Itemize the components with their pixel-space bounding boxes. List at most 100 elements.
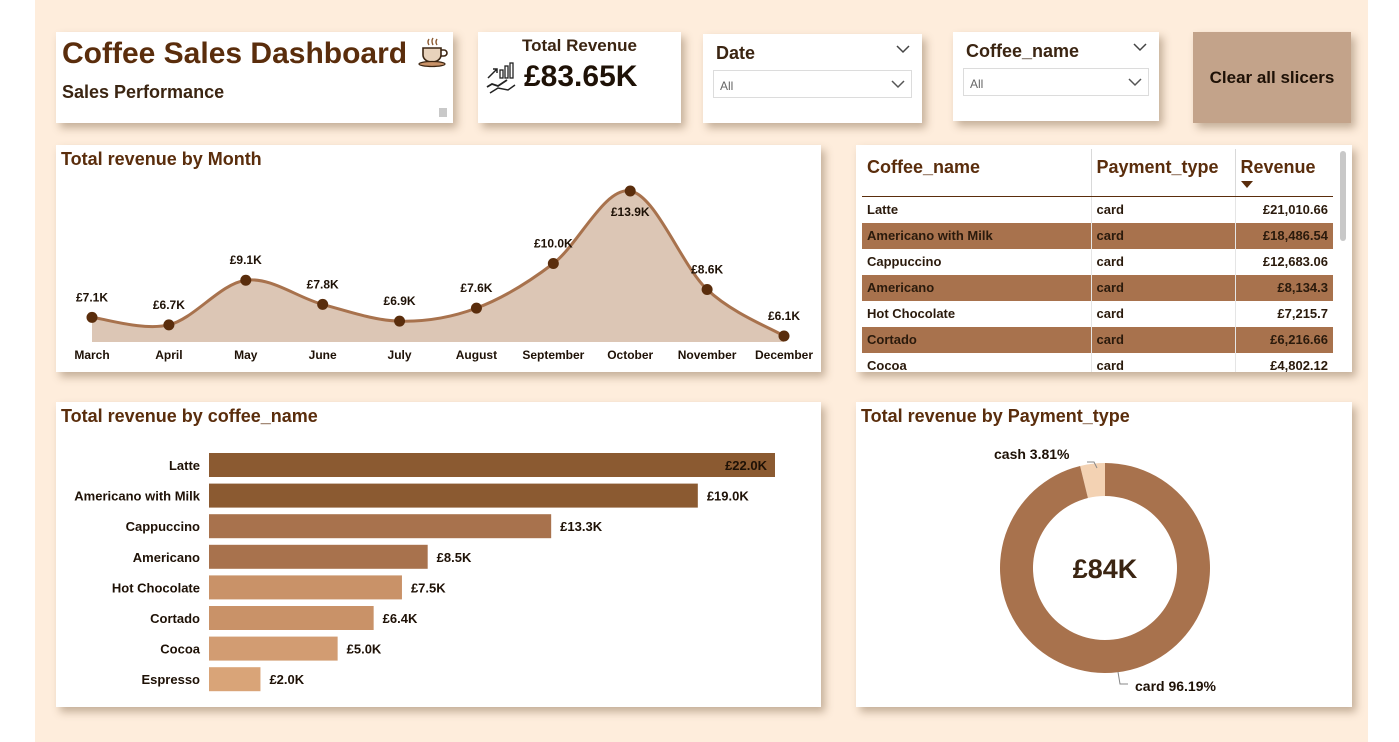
x-tick-label: September <box>522 348 584 362</box>
bar[interactable] <box>209 606 374 630</box>
data-label: £8.5K <box>437 550 472 565</box>
date-slicer-label: Date <box>716 43 756 63</box>
slice-label-cash: cash 3.81% <box>994 446 1070 462</box>
data-point[interactable] <box>624 185 636 197</box>
bar[interactable] <box>209 514 552 539</box>
x-tick-label: May <box>234 348 258 362</box>
cell-coffee-name: Cappuccino <box>867 253 942 269</box>
cell-coffee-name: Cocoa <box>867 357 907 373</box>
bar[interactable] <box>209 667 261 692</box>
data-label: £8.6K <box>691 263 723 277</box>
data-point[interactable] <box>240 274 252 286</box>
category-label: Espresso <box>141 672 200 687</box>
x-tick-label: April <box>155 348 182 362</box>
coffee-slicer-label: Coffee_name <box>966 41 1080 61</box>
resize-handle[interactable] <box>439 108 447 117</box>
chart-title: Total revenue by Month <box>61 149 262 169</box>
column-header-revenue[interactable]: Revenue <box>1234 149 1333 197</box>
data-label: £22.0K <box>725 458 768 473</box>
table-row[interactable]: Americano card £8,134.3 <box>862 274 1333 301</box>
clear-all-slicers-button[interactable]: Clear all slicers <box>1193 32 1351 123</box>
category-label: Cortado <box>150 611 200 626</box>
data-point[interactable] <box>778 330 790 342</box>
chevron-down-icon[interactable] <box>1133 42 1147 52</box>
payment-donut-chart: cash 3.81% card 96.19% £84K <box>994 446 1216 694</box>
data-label: £7.8K <box>307 277 339 291</box>
category-label: Cocoa <box>160 642 201 657</box>
x-tick-label: July <box>388 348 412 362</box>
cell-revenue: £4,802.12 <box>1234 352 1333 372</box>
x-tick-label: June <box>309 348 337 362</box>
coffee-dropdown-value: All <box>970 77 984 91</box>
month-area-chart: £7.1K March £6.7K April £9.1K May £7.8K June £6.… <box>74 185 813 362</box>
data-label: £7.5K <box>411 580 446 595</box>
coffee-dropdown[interactable]: All <box>963 68 1149 96</box>
revenue-by-coffee-chart: Latte £22.0K Americano with Milk £19.0K Capp… <box>56 402 821 707</box>
column-header-coffee-name[interactable]: Coffee_name <box>862 149 1091 197</box>
x-tick-label: March <box>74 348 109 362</box>
data-point[interactable] <box>317 298 329 310</box>
chart-title: Total revenue by coffee_name <box>61 406 318 426</box>
chevron-down-icon <box>891 80 905 89</box>
date-dropdown-value: All <box>720 79 734 93</box>
dashboard-subtitle: Sales Performance <box>62 82 225 102</box>
slice-label-card: card 96.19% <box>1135 678 1216 694</box>
kpi-value: £83.65K <box>524 60 638 93</box>
table-row[interactable]: Americano with Milk card £18,486.54 <box>862 222 1333 249</box>
x-tick-label: August <box>456 348 497 362</box>
data-label: £13.3K <box>560 519 603 534</box>
data-label: £13.9K <box>611 205 650 219</box>
data-point[interactable] <box>163 319 175 331</box>
cell-coffee-name: Hot Chocolate <box>867 305 956 321</box>
cell-payment-type: card <box>1090 352 1235 372</box>
revenue-by-month-chart: £7.1K March £6.7K April £9.1K May £7.8K June £6.… <box>56 145 821 372</box>
date-slicer[interactable]: Date All <box>703 34 922 123</box>
cell-revenue: £8,134.3 <box>1234 274 1333 301</box>
data-label: £6.4K <box>383 611 418 626</box>
data-point[interactable] <box>86 311 98 323</box>
table-row[interactable]: Latte card £21,010.66 <box>862 196 1333 223</box>
chevron-down-icon <box>1128 78 1142 87</box>
category-label: Americano <box>133 550 200 565</box>
table-row[interactable]: Cappuccino card £12,683.06 <box>862 248 1333 275</box>
table-row[interactable]: Hot Chocolate card £7,215.7 <box>862 300 1333 327</box>
bar[interactable] <box>209 453 775 477</box>
data-point[interactable] <box>394 315 406 327</box>
table-row[interactable]: Cortado card £6,216.66 <box>862 326 1333 353</box>
data-label: £19.0K <box>707 489 750 504</box>
coffee-name-slicer[interactable]: Coffee_name All <box>953 32 1159 121</box>
kpi-label: Total Revenue <box>522 36 637 55</box>
bar[interactable] <box>209 636 338 661</box>
data-point[interactable] <box>470 302 482 314</box>
data-label: £5.0K <box>347 642 382 657</box>
column-header-payment-type[interactable]: Payment_type <box>1090 149 1235 197</box>
category-label: Americano with Milk <box>74 489 200 504</box>
revenue-growth-icon <box>486 62 516 94</box>
x-tick-label: November <box>678 348 737 362</box>
data-label: £9.1K <box>230 253 262 267</box>
x-tick-label: October <box>607 348 653 362</box>
data-point[interactable] <box>547 258 559 269</box>
cell-payment-type: card <box>1090 300 1235 327</box>
cell-coffee-name: Cortado <box>862 326 1091 353</box>
bar[interactable] <box>209 544 428 569</box>
data-point[interactable] <box>701 284 713 296</box>
bar[interactable] <box>209 483 698 508</box>
revenue-table: Coffee_name Payment_type Revenue Latte ca… <box>856 145 1352 372</box>
sort-descending-icon[interactable] <box>1240 181 1253 188</box>
bar[interactable] <box>209 575 402 600</box>
cell-revenue: £21,010.66 <box>1234 196 1333 223</box>
title-card: Coffee Sales Dashboard Sales Performance <box>56 32 453 123</box>
data-label: £7.1K <box>76 290 108 304</box>
data-label: £10.0K <box>534 237 573 251</box>
chevron-down-icon[interactable] <box>896 44 910 54</box>
data-label: £2.0K <box>269 672 304 687</box>
data-label: £6.1K <box>768 309 800 323</box>
revenue-header-label: Revenue <box>1240 157 1316 177</box>
coffee-cup-icon <box>418 37 448 68</box>
date-dropdown[interactable]: All <box>713 70 912 98</box>
table-row[interactable]: Cocoa card £4,802.12 <box>862 352 1333 373</box>
data-label: £6.9K <box>384 294 416 308</box>
donut-center-value: £84K <box>1073 554 1138 584</box>
table-scrollbar[interactable] <box>1340 151 1346 241</box>
